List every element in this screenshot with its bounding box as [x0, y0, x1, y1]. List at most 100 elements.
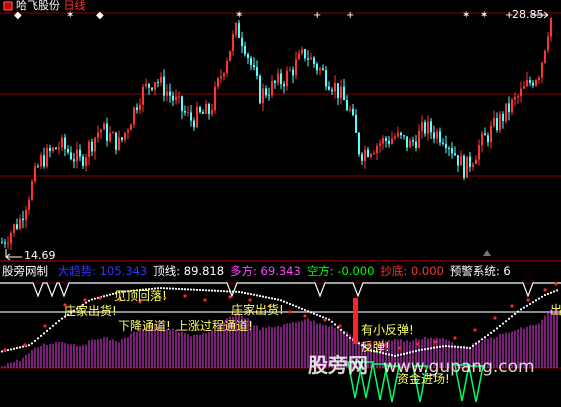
candle-body: [394, 136, 396, 139]
trend-dot: [402, 352, 406, 355]
candle-body: [370, 154, 372, 157]
candle-body: [262, 88, 264, 104]
candle-body: [154, 82, 156, 90]
trend-dot: [237, 290, 241, 294]
trend-dot: [444, 344, 448, 348]
watermark-url: www.gupang.com: [383, 357, 535, 377]
trend-dot: [450, 345, 454, 348]
trend-dot: [288, 302, 292, 306]
candle-body: [4, 242, 6, 244]
signal-dot: [303, 314, 307, 318]
candle-body: [274, 81, 276, 84]
candle-body: [409, 140, 411, 148]
candle-body: [163, 76, 165, 96]
trend-dot: [480, 338, 484, 341]
candle-body: [157, 82, 159, 84]
trend-dot: [60, 317, 64, 320]
sell-signal-bar: [353, 298, 358, 344]
trend-dot: [222, 290, 226, 293]
candle-body: [349, 108, 351, 111]
candle-body: [487, 135, 489, 143]
candle-body: [334, 83, 336, 92]
candle-body: [529, 80, 531, 83]
candle-body: [139, 104, 141, 111]
trend-dot: [330, 320, 334, 323]
trend-dot: [414, 349, 418, 353]
candle-body: [67, 149, 69, 153]
trend-dot: [36, 337, 40, 340]
candle-body: [88, 141, 90, 158]
candle-body: [253, 64, 255, 68]
candle-body: [16, 224, 18, 229]
trend-dot: [471, 344, 475, 347]
candle-body: [91, 141, 93, 152]
candle-body: [478, 145, 480, 160]
trend-dot: [87, 299, 91, 302]
candle-body: [49, 147, 51, 152]
candle-body: [40, 155, 42, 167]
candle-body: [355, 115, 357, 133]
candle-body: [103, 123, 105, 130]
candle-body: [523, 86, 525, 89]
trend-dot: [501, 322, 505, 325]
trend-dot: [306, 310, 310, 313]
signal-dot: [543, 288, 547, 292]
trend-dot: [447, 345, 451, 348]
trend-dot: [345, 334, 349, 337]
trend-dot: [192, 288, 196, 291]
candle-body: [538, 77, 540, 80]
candle-body: [481, 133, 483, 146]
trend-dot: [465, 346, 469, 349]
candle-body: [85, 157, 87, 167]
trend-dot: [441, 345, 445, 348]
trend-dots: [0, 286, 559, 358]
trend-dot: [438, 345, 442, 348]
candle-body: [364, 149, 366, 161]
candle-body: [421, 122, 423, 131]
trend-dot: [429, 347, 433, 350]
legend-item: 抄底: 0.000: [380, 264, 444, 278]
candle-body: [115, 132, 117, 150]
candlestick-series: [1, 17, 552, 250]
trend-dot: [405, 352, 409, 355]
candle-body: [178, 96, 180, 98]
annotation-uptrend: 上涨过程通道!: [176, 319, 253, 333]
trend-dot: [249, 293, 253, 296]
trend-dot: [234, 290, 238, 293]
trend-dot: [348, 336, 352, 340]
trend-dot: [171, 287, 175, 290]
candle-body: [457, 155, 459, 166]
candle-body: [319, 68, 321, 71]
candle-body: [490, 125, 492, 143]
channel-text: 通道!: [224, 319, 253, 333]
indicator-values: 大趋势: 105.343 顶线: 89.818 多方: 69.343 空方: -0.0…: [52, 264, 511, 278]
trend-dot: [258, 294, 262, 298]
signal-dot: [3, 348, 7, 352]
trend-dot: [273, 297, 277, 301]
signal-dot: [323, 318, 327, 322]
trend-dot: [327, 318, 331, 321]
signal-dot: [288, 310, 292, 314]
trend-dot: [303, 308, 307, 312]
trend-dot: [255, 294, 259, 297]
legend-item: 大趋势: 105.343: [57, 264, 148, 278]
candle-body: [196, 107, 198, 128]
trend-dot: [555, 289, 559, 292]
candle-body: [118, 137, 120, 150]
trend-dot: [207, 289, 211, 292]
star-marker: ✶: [235, 10, 243, 21]
candle-body: [175, 96, 177, 101]
candle-body: [340, 86, 342, 99]
signal-dot: [453, 336, 457, 340]
trend-dot: [201, 289, 205, 292]
trend-dot: [90, 298, 94, 301]
trend-dot: [411, 350, 415, 353]
star-marker: ✶: [462, 10, 470, 21]
candle-body: [121, 137, 123, 140]
candle-body: [160, 76, 162, 83]
candle-body: [34, 166, 36, 182]
candle-body: [385, 138, 387, 141]
trend-dot: [309, 311, 313, 314]
legend-item: 多方: 69.343: [230, 264, 301, 278]
close-icon[interactable]: [3, 1, 13, 11]
